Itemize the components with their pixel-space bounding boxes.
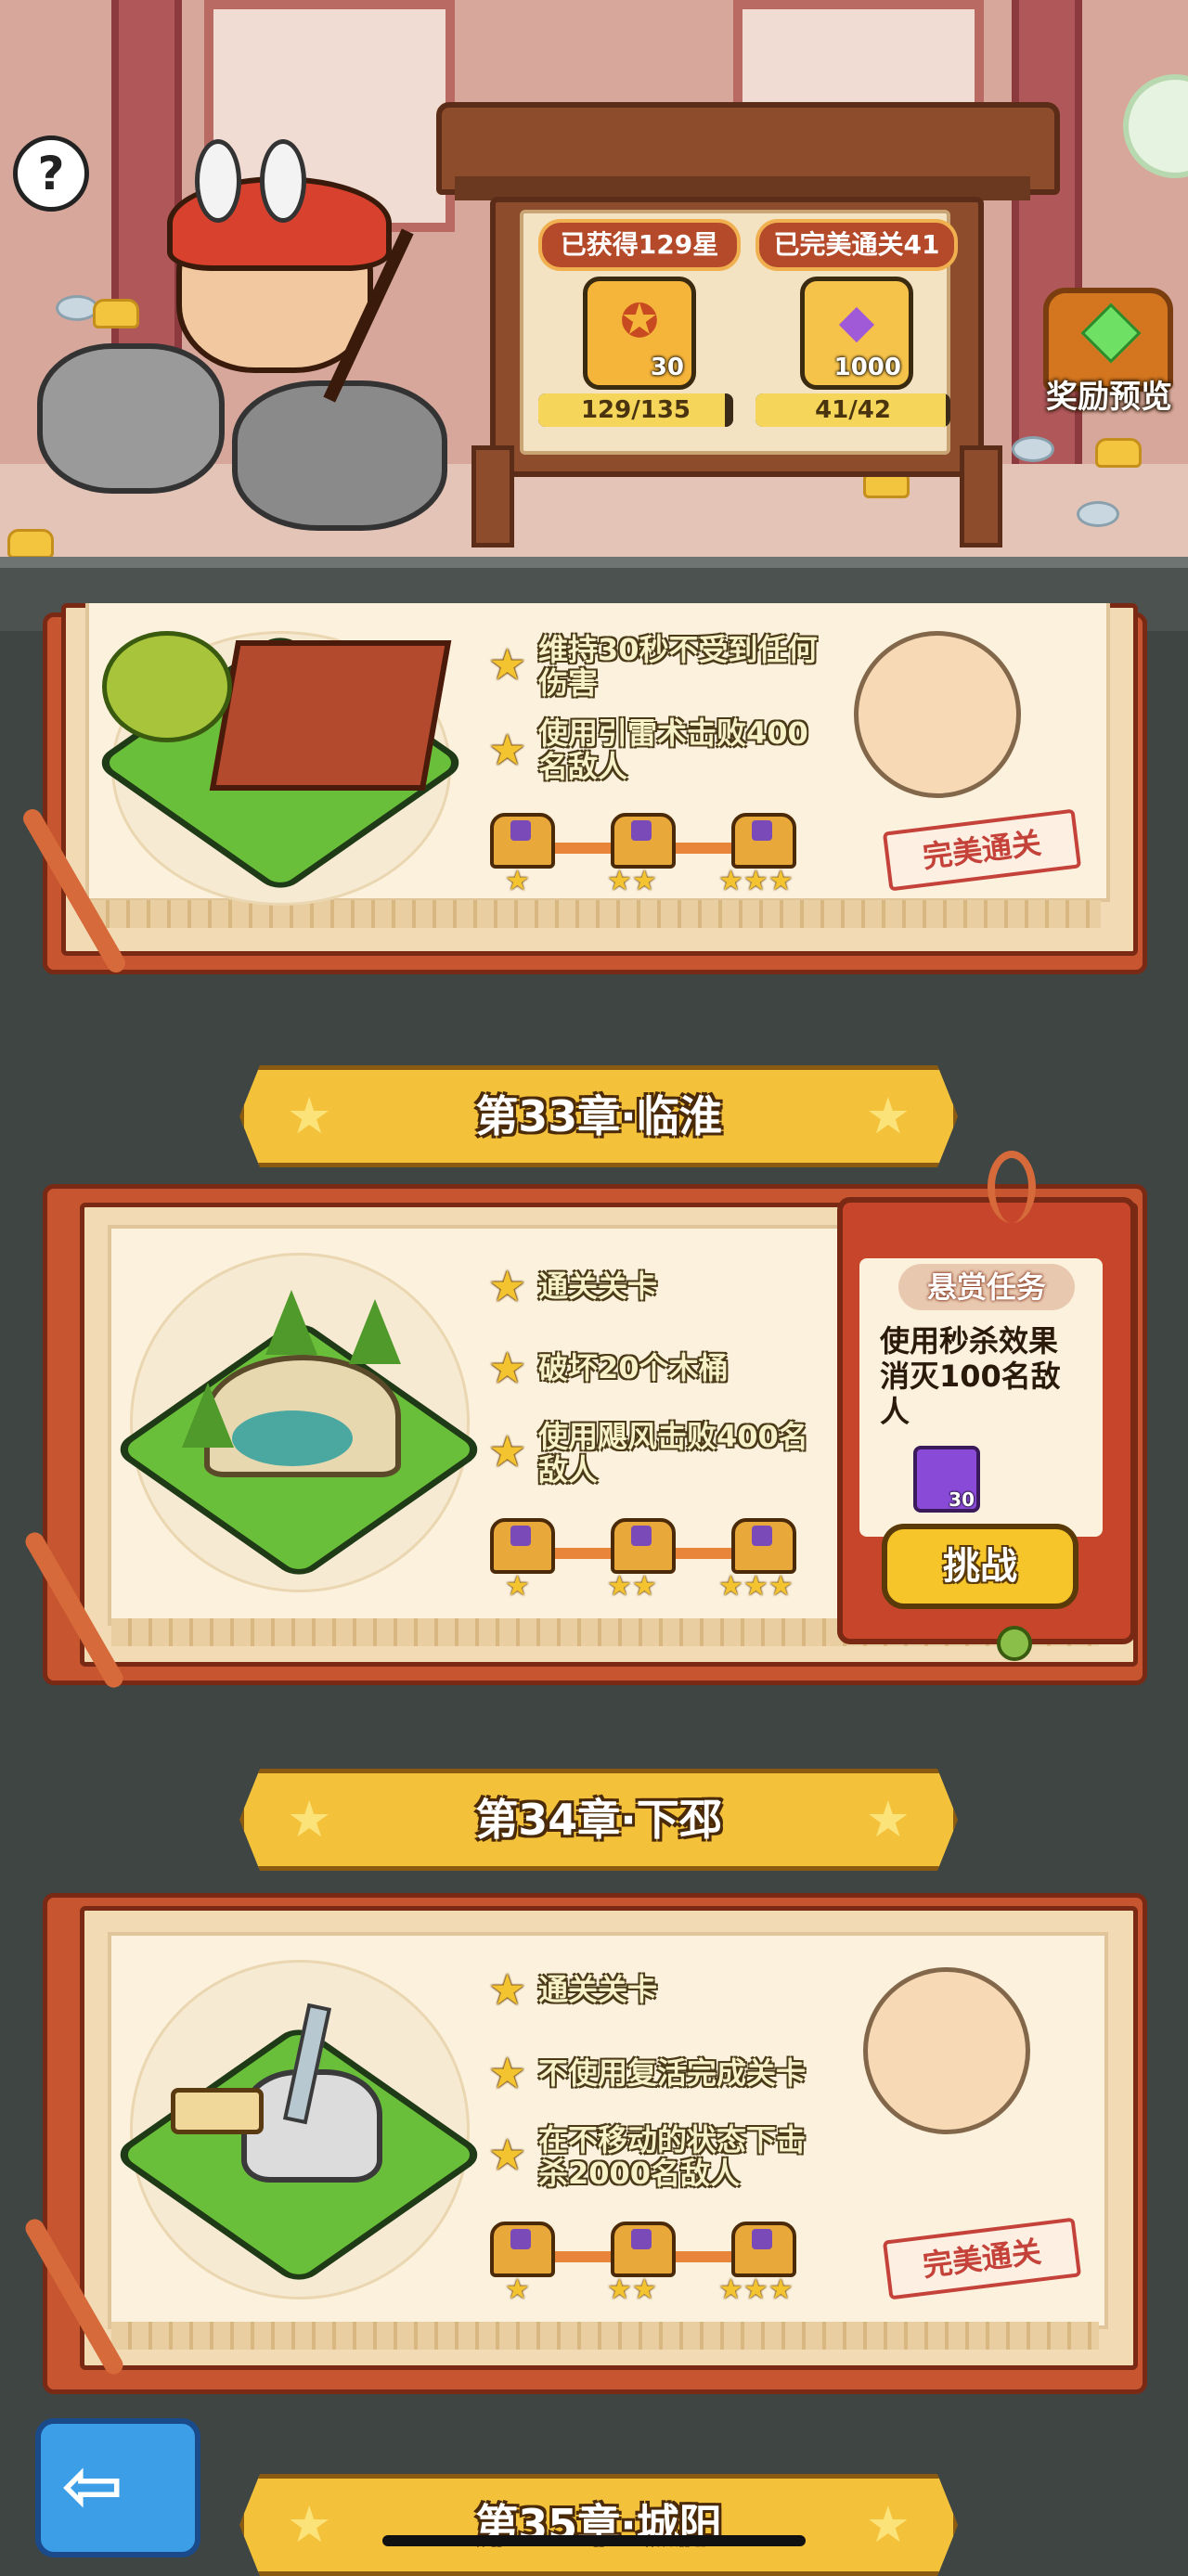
star-icon: ★ (488, 2048, 527, 2098)
star-icon: ★★ (607, 865, 657, 897)
task-text: 维持30秒不受到任何 伤害 (538, 632, 818, 701)
stage-tree (349, 1299, 401, 1364)
coin-icon (1012, 436, 1054, 462)
chapter-header: ? 已获得129星 已完美通关41 ✪ 30 ◆ 1000 129/135 41… (0, 0, 1188, 631)
reward-count: 30 (949, 1488, 975, 1511)
reward-chest-row: ★ ★★ ★★★ (486, 2216, 820, 2318)
gear-icon: ✪ (620, 294, 659, 348)
gold-ingot-icon (93, 299, 139, 328)
star-icon: ★★★ (718, 2273, 794, 2306)
reward-chest-icon[interactable] (490, 813, 555, 869)
star-icon: ★ (488, 1261, 527, 1311)
crystal-icon: ◆ (838, 294, 875, 348)
stars-earned-label: 已获得129星 (538, 219, 741, 271)
menu-icon[interactable] (1123, 74, 1188, 178)
bounty-task-tag: 悬赏任务 使用秒杀效果 消灭100名敌人 30 挑战 (837, 1197, 1136, 1644)
star-icon: ★ (865, 2495, 910, 2554)
star-icon: ★★★ (718, 1570, 794, 1603)
back-arrow-icon: ⇦ (61, 2442, 124, 2529)
reward-chest-icon[interactable] (490, 1518, 555, 1574)
stage-tree (102, 631, 232, 742)
star-icon: ★ (865, 1087, 910, 1145)
task-text: 破坏20个木桶 (538, 1350, 729, 1385)
star-icon: ★ (505, 2273, 530, 2306)
npc-portrait (854, 631, 1021, 798)
stage-tree (265, 1290, 317, 1355)
star-icon: ★ (488, 1343, 527, 1393)
task-text: 通关关卡 (538, 1972, 658, 2007)
star-icon: ★★ (607, 1570, 657, 1603)
star-reward-box[interactable]: ✪ 30 (583, 277, 696, 390)
card-border (111, 2322, 1099, 2350)
gold-ingot-icon (7, 529, 54, 559)
star-icon: ★ (488, 639, 527, 689)
chapter-title: 第35章·城阳 (475, 2500, 722, 2550)
reward-chest-icon[interactable] (611, 1518, 676, 1574)
task-text: 通关关卡 (538, 1269, 658, 1304)
reward-chest-icon[interactable] (490, 2222, 555, 2277)
stage-pond (232, 1410, 353, 1466)
reward-chest-icon[interactable] (731, 813, 796, 869)
chapter-title: 第33章·临淮 (475, 1091, 722, 1141)
stage-tree (182, 1383, 234, 1448)
board-leg (471, 445, 514, 547)
reward-chest-row: ★ ★★ ★★★ (486, 1513, 820, 1615)
task-text: 使用飓风击败400名 敌人 (538, 1419, 808, 1488)
stage-house (209, 640, 452, 791)
star-icon: ★ (488, 2130, 527, 2180)
reward-chest-icon[interactable] (731, 1518, 796, 1574)
star-icon: ★ (505, 1570, 530, 1603)
chapter-banner: ★ 第34章·下邳 ★ (239, 1769, 958, 1871)
stars-progress-bar: 129/135 (538, 393, 733, 427)
reward-count: 1000 (833, 354, 901, 381)
progress-text: 41/42 (815, 396, 891, 424)
reward-chest-icon[interactable] (611, 813, 676, 869)
tag-string (988, 1151, 1036, 1223)
npc-portrait (863, 1967, 1030, 2134)
reward-chest-icon[interactable] (731, 2222, 796, 2277)
coin-icon (1077, 501, 1119, 527)
bounty-title: 悬赏任务 (898, 1264, 1075, 1310)
board-leg (960, 445, 1002, 547)
star-icon: ★ (488, 1426, 527, 1476)
chapter-title: 第34章·下邳 (475, 1795, 722, 1845)
reward-count: 30 (650, 354, 684, 381)
defeated-soldier (232, 380, 447, 531)
star-icon: ★ (488, 725, 527, 775)
star-icon: ★★★ (718, 865, 794, 897)
star-icon: ★ (865, 1790, 910, 1848)
challenge-button[interactable]: 挑战 (882, 1524, 1078, 1609)
gold-ingot-icon (1095, 438, 1142, 468)
tag-bead (997, 1626, 1032, 1661)
task-text: 使用引雷术击败400 名敌人 (538, 715, 808, 784)
perfect-progress-bar: 41/42 (755, 393, 950, 427)
home-indicator[interactable] (382, 2535, 806, 2546)
back-button[interactable]: ⇦ (35, 2418, 200, 2557)
stage-sign (171, 2088, 264, 2134)
reward-chest-icon[interactable] (611, 2222, 676, 2277)
chapter-banner: ★ 第33章·临淮 ★ (239, 1065, 958, 1167)
defeated-soldier (37, 343, 225, 494)
help-button[interactable]: ? (13, 135, 89, 212)
helmet-ear (260, 139, 306, 223)
perfect-reward-box[interactable]: ◆ 1000 (800, 277, 913, 390)
perfect-clear-label: 已完美通关41 (755, 219, 958, 271)
reward-chest-row: ★ ★★ ★★★ (486, 807, 820, 909)
reward-preview-label[interactable]: 奖励预览 (1032, 371, 1186, 417)
progress-text: 129/135 (580, 396, 691, 424)
star-icon: ★ (505, 865, 530, 897)
chapter-banner: ★ 第35章·城阳 ★ (239, 2474, 958, 2576)
star-icon: ★ (488, 1964, 527, 2015)
bounty-description: 使用秒杀效果 消灭100名敌人 (880, 1323, 1061, 1429)
bounty-reward-icon[interactable]: 30 (913, 1446, 980, 1513)
task-text: 在不移动的状态下击 杀2000名敌人 (538, 2122, 807, 2191)
helmet-ear (195, 139, 241, 223)
task-text: 不使用复活完成关卡 (538, 2055, 807, 2091)
star-icon: ★★ (607, 2273, 657, 2306)
